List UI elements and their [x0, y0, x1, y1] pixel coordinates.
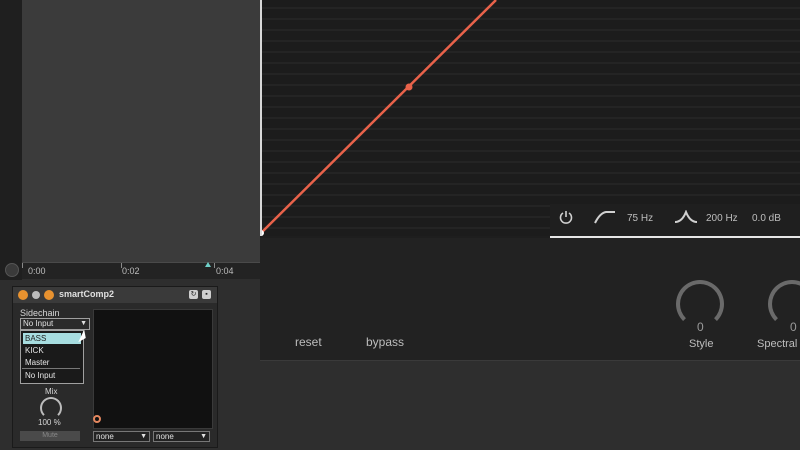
timeline-label-2: 0:04 [216, 266, 234, 276]
dropdown-separator [22, 368, 80, 369]
power-icon[interactable] [558, 209, 574, 225]
curve-knee-point [405, 83, 413, 91]
style-knob-value: 0 [697, 320, 704, 334]
track-area [22, 0, 263, 262]
routing-select-a[interactable]: none ▼ [93, 431, 150, 442]
highpass-filter-icon[interactable] [594, 210, 616, 224]
chevron-down-icon: ▼ [140, 433, 147, 440]
mix-value: 100 % [38, 418, 61, 427]
transfer-curve-graph[interactable] [260, 0, 800, 236]
smartcomp-device: smartComp2 ↻ ▪ Sidechain No Input ▼ BASS… [12, 286, 218, 448]
reset-button[interactable]: reset [295, 335, 322, 349]
chevron-down-icon: ▼ [200, 433, 207, 440]
fold-chevron-icon[interactable] [32, 291, 40, 299]
dropdown-option-master[interactable]: Master [23, 357, 81, 368]
timeline-tick [22, 263, 23, 268]
wrench-icon[interactable] [44, 290, 54, 300]
track-options-icon[interactable] [5, 263, 19, 277]
save-preset-icon[interactable]: ▪ [202, 290, 211, 299]
eq-control-bar: 75 Hz 200 Hz 0.0 dB [550, 204, 800, 238]
plugin-lower-panel: reset bypass 0 Style 0 Spectral [260, 238, 800, 360]
device-activator-icon[interactable] [18, 290, 28, 300]
hot-swap-icon[interactable]: ↻ [189, 290, 198, 299]
graph-grid [260, 7, 800, 229]
sidechain-select[interactable]: No Input ▼ [20, 318, 90, 330]
dropdown-option-kick[interactable]: KICK [23, 345, 81, 356]
transfer-curve-svg [260, 0, 800, 236]
style-knob-label: Style [689, 338, 714, 350]
chevron-down-icon: ▼ [80, 320, 87, 327]
bell-filter-icon[interactable] [674, 209, 698, 224]
device-header: smartComp2 ↻ ▪ [13, 287, 217, 303]
eq-gain-value[interactable]: 0.0 dB [752, 213, 781, 224]
mix-label: Mix [45, 387, 58, 396]
routing-select-b-value: none [156, 432, 174, 441]
mix-knob[interactable] [40, 397, 62, 419]
dropdown-option-bass[interactable]: BASS [23, 333, 81, 344]
left-sidebar-strip [0, 0, 22, 280]
spectral-knob-label: Spectral [757, 338, 798, 350]
routing-select-a-value: none [96, 432, 114, 441]
low-freq-value[interactable]: 75 Hz [627, 213, 653, 224]
timeline-tick [214, 263, 215, 268]
routing-select-b[interactable]: none ▼ [153, 431, 210, 442]
display-handle[interactable] [93, 415, 101, 423]
sidechain-label: Sidechain [20, 308, 60, 318]
device-display[interactable] [93, 309, 213, 429]
timeline-label-0: 0:00 [28, 266, 46, 276]
sidechain-dropdown-list: BASS KICK Master No Input [20, 330, 84, 384]
mute-button[interactable]: Mute [20, 431, 80, 441]
graph-axis-line [260, 0, 262, 236]
spectral-knob-value: 0 [790, 320, 797, 334]
device-title: smartComp2 [59, 289, 115, 299]
dropdown-option-no-input[interactable]: No Input [23, 370, 81, 381]
timeline-ruler[interactable]: 0:00 0:02 0:04 [22, 262, 262, 279]
playhead-marker-icon[interactable] [205, 262, 211, 267]
timeline-label-1: 0:02 [122, 266, 140, 276]
bypass-button[interactable]: bypass [366, 335, 404, 349]
mid-freq-value[interactable]: 200 Hz [706, 213, 738, 224]
transfer-curve-line [260, 0, 497, 235]
sidechain-select-value: No Input [23, 319, 54, 328]
